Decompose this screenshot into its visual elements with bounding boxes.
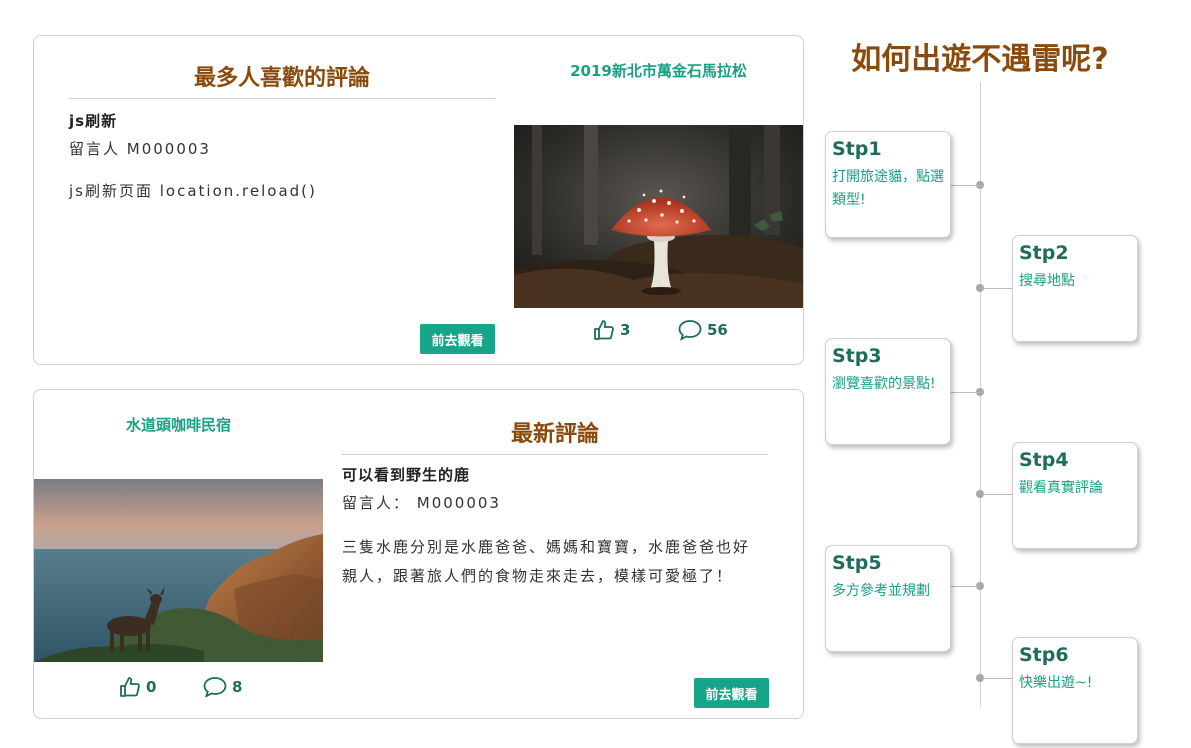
section-title: 最新評論: [342, 416, 768, 455]
timeline-title: 如何出遊不遇雷呢?: [851, 42, 1109, 77]
comment-body: js刷新页面 location.reload(): [69, 182, 317, 200]
comment-title: js刷新: [69, 112, 118, 130]
step-name: Stp4: [1019, 449, 1069, 471]
step-name: Stp2: [1019, 242, 1069, 264]
like-count-value: 0: [146, 678, 157, 696]
top-review-card: 最多人喜歡的評論 js刷新 留言人 M000003 js刷新页面 locatio…: [33, 35, 804, 365]
mushroom-photo: [514, 125, 803, 308]
comment-author: 留言人： M000003: [342, 494, 501, 512]
step-desc: 打開旅途貓，點選類型!: [832, 169, 944, 208]
comment-count[interactable]: 56: [677, 318, 728, 342]
deer-photo: [34, 479, 323, 662]
like-count[interactable]: 3: [592, 318, 630, 342]
comment-count-value: 8: [232, 678, 243, 696]
comment-author: 留言人 M000003: [69, 140, 211, 158]
step-name: Stp5: [832, 552, 882, 574]
comment-bubble-icon: [203, 677, 227, 698]
thumbs-up-icon: [594, 320, 614, 340]
step-desc: 多方參考並規劃: [832, 583, 930, 599]
timeline-connector: [983, 288, 1012, 289]
comment-bubble-icon: [678, 320, 702, 341]
section-title: 最多人喜歡的評論: [69, 60, 495, 99]
step-name: Stp1: [832, 138, 882, 160]
latest-review-card: 水道頭咖啡民宿 0 8 最新評論 可以看到野生的鹿 留言人： M000003 三…: [33, 389, 804, 719]
step-card-2: Stp2 搜尋地點: [1012, 235, 1138, 342]
timeline-connector: [951, 392, 979, 393]
thumbs-up-icon: [120, 677, 140, 697]
step-card-3: Stp3 瀏覽喜歡的景點!: [825, 338, 951, 445]
step-desc: 觀看真實評論: [1019, 480, 1103, 496]
comment-body: 三隻水鹿分別是水鹿爸爸、媽媽和寶寶，水鹿爸爸也好親人，跟著旅人們的食物走來走去，…: [342, 538, 751, 585]
step-name: Stp3: [832, 345, 882, 367]
comment-count[interactable]: 8: [202, 675, 242, 699]
view-button[interactable]: 前去觀看: [694, 678, 769, 708]
place-name[interactable]: 水道頭咖啡民宿: [34, 414, 323, 435]
step-desc: 快樂出遊~!: [1019, 675, 1093, 691]
step-card-6: Stp6 快樂出遊~!: [1012, 637, 1138, 744]
timeline-connector: [983, 494, 1012, 495]
view-button[interactable]: 前去觀看: [420, 324, 495, 354]
like-count[interactable]: 0: [118, 675, 156, 699]
comment-title: 可以看到野生的鹿: [342, 466, 471, 484]
step-desc: 瀏覽喜歡的景點!: [832, 376, 936, 392]
place-name[interactable]: 2019新北市萬金石馬拉松: [514, 60, 803, 81]
like-count-value: 3: [620, 321, 631, 339]
step-card-5: Stp5 多方參考並規劃: [825, 545, 951, 652]
step-card-4: Stp4 觀看真實評論: [1012, 442, 1138, 549]
step-card-1: Stp1 打開旅途貓，點選類型!: [825, 131, 951, 238]
timeline-connector: [951, 586, 979, 587]
step-name: Stp6: [1019, 644, 1069, 666]
timeline-connector: [951, 185, 979, 186]
step-desc: 搜尋地點: [1019, 273, 1075, 289]
timeline-connector: [983, 678, 1012, 679]
comment-count-value: 56: [707, 321, 728, 339]
